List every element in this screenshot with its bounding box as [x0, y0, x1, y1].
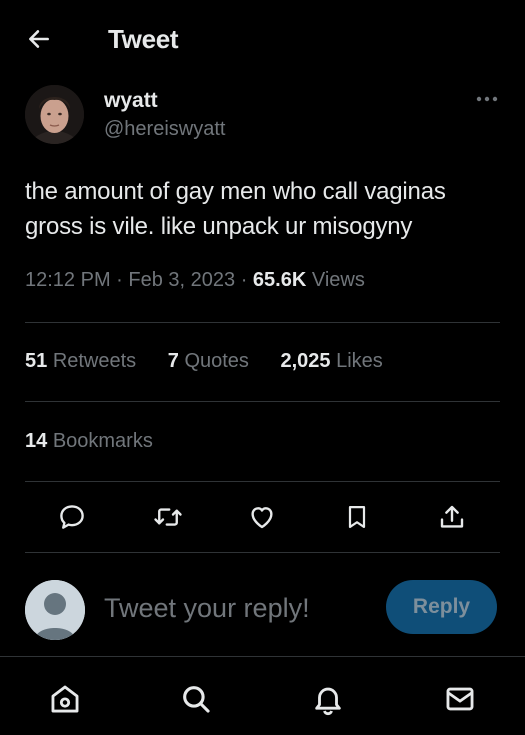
- back-button[interactable]: [24, 24, 54, 54]
- meta-separator: ·: [235, 269, 253, 291]
- more-dots-icon: [476, 96, 498, 102]
- like-icon: [251, 507, 273, 529]
- page-title: Tweet: [108, 24, 179, 54]
- divider: [25, 401, 500, 402]
- share-button[interactable]: [430, 495, 474, 539]
- nav-search[interactable]: [176, 679, 216, 719]
- tweet-actions: [0, 495, 525, 539]
- divider: [25, 552, 500, 553]
- messages-icon: [446, 687, 474, 711]
- tweet-date[interactable]: Feb 3, 2023: [128, 269, 235, 291]
- nav-home[interactable]: [45, 679, 85, 719]
- quotes-count: 7: [167, 350, 179, 372]
- nav-messages[interactable]: [440, 679, 480, 719]
- bookmarks-count: 14: [25, 430, 48, 452]
- avatar-image: [25, 85, 84, 144]
- nav-notifications[interactable]: [308, 679, 348, 719]
- tweet-text: the amount of gay men who call vaginas g…: [25, 178, 446, 240]
- share-icon: [440, 505, 464, 528]
- tweet-detail-screen: Tweet wyatt @hereiswyatt the amount of g…: [0, 0, 525, 735]
- default-avatar-icon: [25, 580, 85, 640]
- likes-count: 2,025: [280, 350, 331, 372]
- home-icon: [51, 685, 79, 713]
- meta-separator: ·: [110, 269, 129, 291]
- tweet-time[interactable]: 12:12 PM: [25, 269, 111, 291]
- bookmarks-stat[interactable]: 14 Bookmarks: [25, 430, 153, 453]
- search-icon: [183, 686, 210, 713]
- views-label: Views: [311, 269, 365, 291]
- likes-label: Likes: [336, 350, 383, 372]
- user-avatar[interactable]: [25, 580, 85, 640]
- quotes-label: Quotes: [184, 350, 249, 372]
- tweet-stats: 51 Retweets 7 Quotes 2,025 Likes: [25, 350, 409, 373]
- retweet-button[interactable]: [146, 495, 190, 539]
- bookmark-icon: [348, 505, 366, 529]
- retweets-stat[interactable]: 51 Retweets: [25, 350, 136, 372]
- retweet-icon: [154, 508, 182, 526]
- reply-submit-button[interactable]: Reply: [386, 580, 497, 634]
- bottom-nav: [0, 656, 525, 735]
- views-count: 65.6K: [252, 269, 307, 291]
- more-options-button[interactable]: [470, 86, 504, 112]
- bookmarks-label: Bookmarks: [52, 430, 153, 452]
- bookmark-button[interactable]: [335, 495, 379, 539]
- divider: [25, 322, 500, 323]
- header: Tweet: [0, 0, 525, 78]
- quotes-stat[interactable]: 7 Quotes: [168, 350, 249, 372]
- divider: [25, 481, 500, 482]
- retweets-label: Retweets: [52, 350, 137, 372]
- reply-input[interactable]: [104, 588, 374, 628]
- notifications-icon: [315, 687, 341, 716]
- arrow-left-icon: [29, 30, 49, 48]
- author-name[interactable]: wyatt: [104, 89, 158, 113]
- likes-stat[interactable]: 2,025 Likes: [280, 350, 382, 372]
- author-handle[interactable]: @hereiswyatt: [104, 118, 225, 141]
- reply-button[interactable]: [50, 495, 94, 539]
- reply-icon: [60, 505, 84, 529]
- like-button[interactable]: [240, 495, 284, 539]
- author-avatar[interactable]: [25, 85, 84, 144]
- tweet-meta: 12:12 PM · Feb 3, 2023 · 65.6K Views: [25, 269, 365, 292]
- retweets-count: 51: [25, 350, 48, 372]
